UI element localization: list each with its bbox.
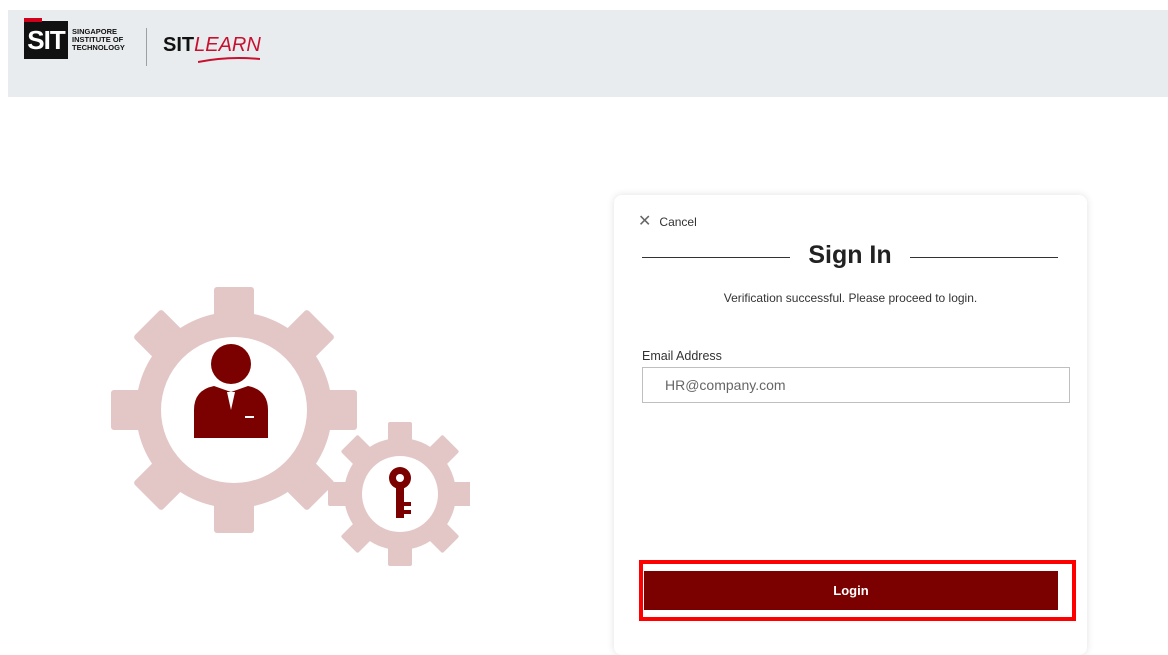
close-icon: ✕ — [638, 213, 652, 230]
cancel-button[interactable]: ✕ Cancel — [638, 213, 697, 230]
sitlearn-underline-icon — [198, 57, 260, 63]
page-title: Sign In — [808, 241, 892, 269]
sitlearn-suffix: LEARN — [194, 34, 261, 56]
email-field[interactable] — [642, 367, 1070, 403]
settings-gears-illustration — [111, 287, 470, 566]
title-divider-right — [910, 257, 1058, 258]
sit-logo-mark: SIT — [24, 18, 68, 59]
email-label: Email Address — [642, 349, 722, 363]
sit-logo-line3: TECHNOLOGY — [72, 43, 125, 52]
sit-logo[interactable]: SIT SINGAPORE INSTITUTE OF TECHNOLOGY — [24, 18, 125, 60]
sit-logo-wordmark: SINGAPORE INSTITUTE OF TECHNOLOGY — [72, 28, 125, 52]
login-button[interactable]: Login — [644, 571, 1058, 610]
sitlearn-logo[interactable]: SITLEARN — [163, 34, 261, 57]
title-row: Sign In — [642, 239, 1058, 275]
cancel-label: Cancel — [659, 215, 697, 229]
sitlearn-prefix: SIT — [163, 34, 195, 56]
header-divider — [146, 28, 147, 66]
verification-message: Verification successful. Please proceed … — [723, 291, 978, 305]
